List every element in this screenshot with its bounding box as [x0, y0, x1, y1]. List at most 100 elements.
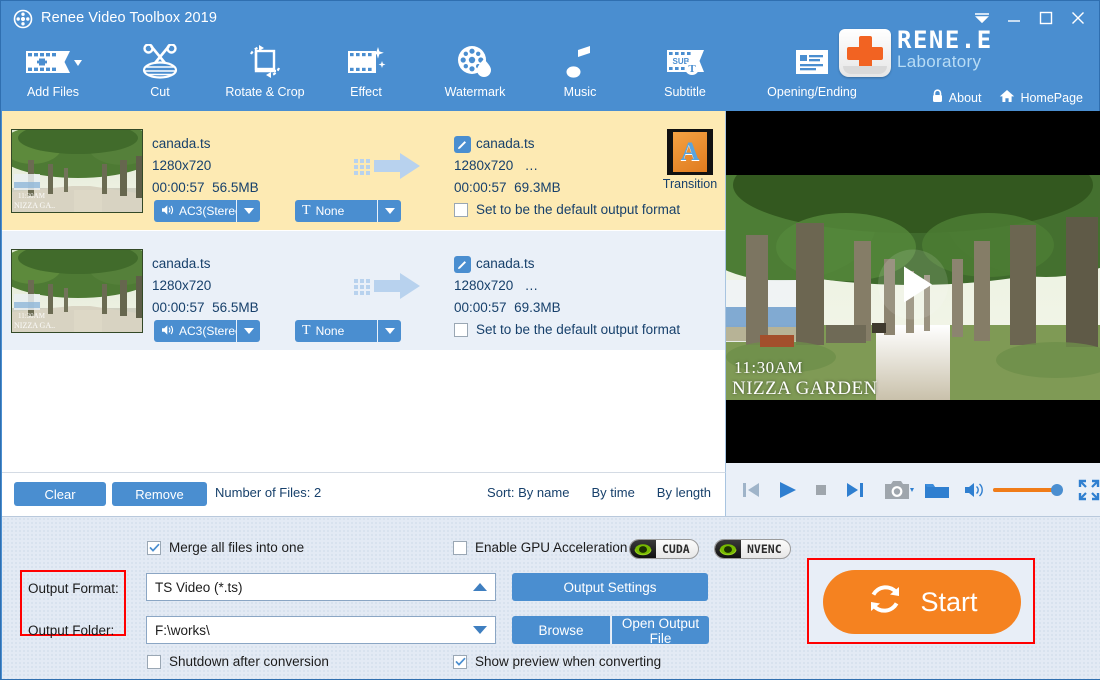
svg-text:11:30AM: 11:30AM: [18, 192, 46, 200]
sort-by-name[interactable]: Sort: By name: [487, 485, 569, 500]
text-t-icon: T: [302, 323, 311, 338]
toolbar-label-effect: Effect: [350, 85, 382, 99]
volume-knob[interactable]: [1051, 483, 1063, 496]
checkbox-box: [453, 540, 467, 555]
nvenc-badge[interactable]: NVENC: [714, 539, 791, 559]
checkbox-box: [453, 654, 467, 669]
watermark-icon: [455, 41, 495, 83]
output-resolution: 1280x720: [454, 278, 514, 293]
checkbox-box: [454, 322, 468, 337]
cuda-badge[interactable]: CUDA: [629, 539, 699, 559]
convert-arrow-icon: [354, 151, 422, 181]
output-folder-label: Output Folder:: [28, 623, 115, 638]
table-row[interactable]: 11:30AM NIZZA GA.. canada.ts 1280x720 00…: [2, 111, 725, 231]
output-format-value: TS Video (*.ts): [155, 579, 243, 595]
start-button-label: Start: [920, 586, 978, 617]
merge-files-label: Merge all files into one: [169, 540, 305, 555]
output-resolution: 1280x720: [454, 158, 514, 173]
source-resolution: 1280x720: [152, 158, 212, 173]
toolbar-item-opening-ending[interactable]: Opening/Ending: [738, 37, 886, 111]
edit-icon[interactable]: [454, 135, 471, 153]
output-settings-button[interactable]: Output Settings: [512, 573, 708, 601]
output-format-label: Output Format:: [28, 581, 119, 596]
stop-icon[interactable]: [812, 475, 830, 505]
snapshot-icon[interactable]: [884, 475, 914, 505]
toolbar-item-subtitle[interactable]: SUB T Subtitle: [633, 37, 737, 111]
volume-fill: [993, 487, 1055, 492]
browse-button[interactable]: Browse: [512, 616, 610, 644]
toolbar-label-subtitle: Subtitle: [664, 85, 706, 99]
toolbar-item-rotate-crop[interactable]: Rotate & Crop: [213, 37, 317, 111]
toolbar-label-music: Music: [563, 85, 597, 99]
play-icon[interactable]: [776, 475, 798, 505]
sort-by-length[interactable]: By length: [657, 485, 711, 500]
audio-track-dropdown-button[interactable]: [236, 320, 260, 342]
subtitle-track-select[interactable]: T None: [295, 320, 401, 342]
cut-icon: [139, 41, 181, 83]
default-format-checkbox[interactable]: Set to be the default output format: [454, 202, 680, 217]
transition-letter: A: [673, 132, 707, 172]
subtitle-track-dropdown-button[interactable]: [377, 200, 401, 222]
table-row[interactable]: 11:30AM NIZZA GA.. canada.ts 1280x720 00…: [2, 231, 725, 351]
next-icon[interactable]: [844, 475, 866, 505]
volume-slider[interactable]: [993, 483, 1063, 496]
output-size: 69.3MB: [514, 180, 561, 195]
chevron-up-icon[interactable]: [473, 583, 487, 591]
sort-by-time[interactable]: By time: [591, 485, 634, 500]
subtitle-track-select[interactable]: T None: [295, 200, 401, 222]
play-overlay-button[interactable]: [877, 249, 949, 326]
toolbar-label-rotate-crop: Rotate & Crop: [225, 85, 305, 99]
toolbar-label-watermark: Watermark: [444, 85, 506, 99]
output-duration: 00:00:57: [454, 300, 507, 315]
output-folder-select[interactable]: F:\works\: [146, 616, 496, 644]
shutdown-checkbox[interactable]: Shutdown after conversion: [147, 654, 329, 669]
open-output-file-button[interactable]: Open Output File: [611, 616, 709, 646]
remove-button[interactable]: Remove: [112, 482, 207, 506]
show-preview-label: Show preview when converting: [475, 654, 662, 669]
toolbar-item-watermark[interactable]: Watermark: [423, 37, 527, 111]
output-format-select[interactable]: TS Video (*.ts): [146, 573, 496, 601]
video-preview[interactable]: 11:30AM NIZZA GARDEN: [726, 111, 1100, 463]
open-folder-icon[interactable]: [924, 475, 950, 505]
start-button[interactable]: Start: [823, 570, 1021, 634]
previous-icon[interactable]: [740, 475, 762, 505]
output-filename: canada.ts: [476, 256, 535, 271]
gpu-acceleration-label: Enable GPU Acceleration: [475, 540, 628, 555]
clear-button[interactable]: Clear: [14, 482, 106, 506]
audio-track-dropdown-button[interactable]: [236, 200, 260, 222]
toolbar-item-music[interactable]: Music: [528, 37, 632, 111]
nvenc-label: NVENC: [747, 542, 782, 556]
shutdown-label: Shutdown after conversion: [169, 654, 329, 669]
volume-icon[interactable]: [964, 475, 984, 505]
source-meta: canada.ts 1280x720 00:00:57 56.5MB: [152, 253, 259, 319]
nvidia-eye-icon: [715, 540, 741, 558]
subtitle-icon: SUB T: [664, 41, 706, 83]
toolbar-label-cut: Cut: [150, 85, 170, 99]
output-more-ellipsis[interactable]: …: [525, 278, 539, 293]
refresh-icon: [866, 580, 904, 625]
edit-icon[interactable]: [454, 255, 471, 273]
toolbar-item-add-files[interactable]: Add Files: [1, 37, 105, 111]
toolbar-item-cut[interactable]: Cut: [108, 37, 212, 111]
file-count-value: 2: [314, 485, 322, 500]
transition-button[interactable]: A Transition: [659, 129, 721, 191]
file-list-panel[interactable]: 11:30AM NIZZA GA.. canada.ts 1280x720 00…: [2, 111, 726, 472]
checkbox-box: [147, 540, 161, 555]
chevron-down-icon: [384, 208, 395, 214]
gpu-acceleration-checkbox[interactable]: Enable GPU Acceleration: [453, 540, 627, 555]
opening-ending-icon: [795, 41, 829, 83]
default-format-label: Set to be the default output format: [476, 202, 681, 217]
show-preview-checkbox[interactable]: Show preview when converting: [453, 654, 661, 669]
source-size: 56.5MB: [212, 300, 259, 315]
audio-track-select[interactable]: AC3(Stereo 4: [154, 320, 260, 342]
subtitle-track-dropdown-button[interactable]: [377, 320, 401, 342]
chevron-down-icon[interactable]: [473, 626, 487, 634]
default-format-checkbox[interactable]: Set to be the default output format: [454, 322, 680, 337]
source-duration: 00:00:57: [152, 300, 205, 315]
merge-files-checkbox[interactable]: Merge all files into one: [147, 540, 304, 555]
audio-track-select[interactable]: AC3(Stereo 4: [154, 200, 260, 222]
file-list-footer: Clear Remove Number of Files: 2 Sort: By…: [2, 472, 726, 516]
toolbar-item-effect[interactable]: Effect: [314, 37, 418, 111]
fullscreen-icon[interactable]: [1078, 475, 1100, 505]
output-more-ellipsis[interactable]: …: [525, 158, 539, 173]
